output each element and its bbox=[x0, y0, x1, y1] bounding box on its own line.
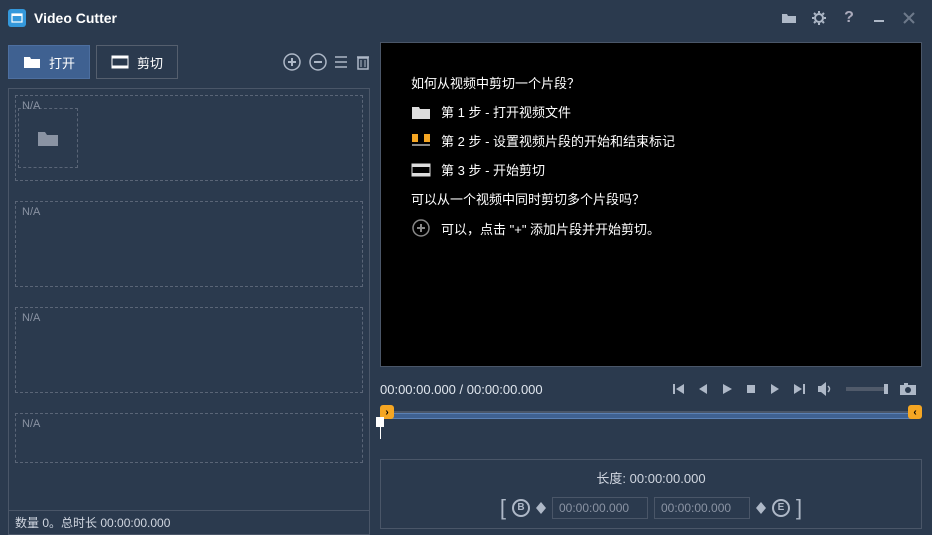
volume-button[interactable] bbox=[812, 381, 840, 397]
step1-text: 第 1 步 - 打开视频文件 bbox=[441, 102, 571, 121]
snapshot-button[interactable] bbox=[894, 382, 922, 396]
app-title: Video Cutter bbox=[34, 10, 117, 26]
markers-icon bbox=[411, 133, 431, 149]
segment-slot[interactable]: N/A bbox=[15, 201, 363, 287]
add-segment-button[interactable] bbox=[282, 52, 302, 72]
film-icon bbox=[411, 162, 431, 178]
close-button[interactable] bbox=[894, 11, 924, 25]
slot-na-label: N/A bbox=[16, 202, 362, 222]
slot-na-label: N/A bbox=[16, 96, 46, 116]
step2-text: 第 2 步 - 设置视频片段的开始和结束标记 bbox=[441, 131, 675, 150]
list-icon[interactable] bbox=[334, 54, 350, 70]
slot-thumb bbox=[18, 108, 78, 168]
delete-icon[interactable] bbox=[356, 54, 370, 70]
minimize-button[interactable] bbox=[864, 11, 894, 25]
open-button[interactable]: 打开 bbox=[8, 45, 90, 79]
titlebar: Video Cutter ? bbox=[0, 0, 932, 36]
answer-text: 可以，点击 "+" 添加片段并开始剪切。 bbox=[441, 219, 660, 238]
open-label: 打开 bbox=[49, 53, 75, 72]
playback-controls: 00:00:00.000 / 00:00:00.000 bbox=[380, 375, 922, 403]
help-q2: 可以从一个视频中同时剪切多个片段吗？ bbox=[411, 189, 645, 208]
end-timecode-input[interactable] bbox=[654, 497, 750, 519]
set-end-button[interactable]: E bbox=[772, 499, 790, 517]
end-stepper[interactable] bbox=[756, 502, 766, 514]
bracket-close-icon: ] bbox=[796, 495, 802, 521]
help-icon[interactable]: ? bbox=[834, 9, 864, 27]
plus-icon bbox=[411, 218, 431, 238]
segment-slot[interactable]: N/A bbox=[15, 413, 363, 463]
end-marker[interactable]: ‹ bbox=[908, 405, 922, 419]
start-stepper[interactable] bbox=[536, 502, 546, 514]
slot-na-label: N/A bbox=[16, 308, 362, 328]
trim-panel: 长度: 00:00:00.000 [ B E ] bbox=[380, 459, 922, 529]
length-label: 长度: 00:00:00.000 bbox=[596, 468, 705, 487]
folder-icon bbox=[411, 104, 431, 120]
folder-icon bbox=[36, 128, 60, 148]
timeline[interactable]: › ‹ bbox=[380, 411, 922, 451]
playhead[interactable] bbox=[380, 421, 381, 439]
timeline-track[interactable] bbox=[388, 413, 914, 419]
segment-slot[interactable]: N/A bbox=[15, 95, 363, 181]
slot-na-label: N/A bbox=[16, 414, 362, 434]
open-file-icon[interactable] bbox=[774, 10, 804, 26]
frame-back-button[interactable] bbox=[692, 382, 714, 396]
left-toolbar: 打开 剪切 bbox=[8, 42, 370, 82]
bracket-open-icon: [ bbox=[500, 495, 506, 521]
next-marker-button[interactable] bbox=[788, 382, 810, 396]
start-timecode-input[interactable] bbox=[552, 497, 648, 519]
frame-forward-button[interactable] bbox=[764, 382, 786, 396]
help-q1: 如何从视频中剪切一个片段？ bbox=[411, 73, 580, 92]
folder-icon bbox=[23, 55, 41, 69]
film-icon bbox=[111, 55, 129, 69]
preview-panel: 如何从视频中剪切一个片段？ 第 1 步 - 打开视频文件 第 2 步 - 设置视… bbox=[380, 42, 922, 367]
settings-icon[interactable] bbox=[804, 10, 834, 26]
stop-button[interactable] bbox=[740, 383, 762, 395]
step3-text: 第 3 步 - 开始剪切 bbox=[441, 160, 545, 179]
status-text: 数量 0。总时长 00:00:00.000 bbox=[15, 514, 170, 531]
segment-list: N/A N/A N/A N/A bbox=[8, 88, 370, 511]
time-display: 00:00:00.000 / 00:00:00.000 bbox=[380, 382, 543, 397]
volume-slider[interactable] bbox=[846, 387, 888, 391]
set-start-button[interactable]: B bbox=[512, 499, 530, 517]
segment-slot[interactable]: N/A bbox=[15, 307, 363, 393]
play-button[interactable] bbox=[716, 382, 738, 396]
cut-label: 剪切 bbox=[137, 53, 163, 72]
prev-marker-button[interactable] bbox=[668, 382, 690, 396]
remove-segment-button[interactable] bbox=[308, 52, 328, 72]
app-icon bbox=[8, 9, 26, 27]
cut-button[interactable]: 剪切 bbox=[96, 45, 178, 79]
status-bar: 数量 0。总时长 00:00:00.000 bbox=[8, 511, 370, 535]
